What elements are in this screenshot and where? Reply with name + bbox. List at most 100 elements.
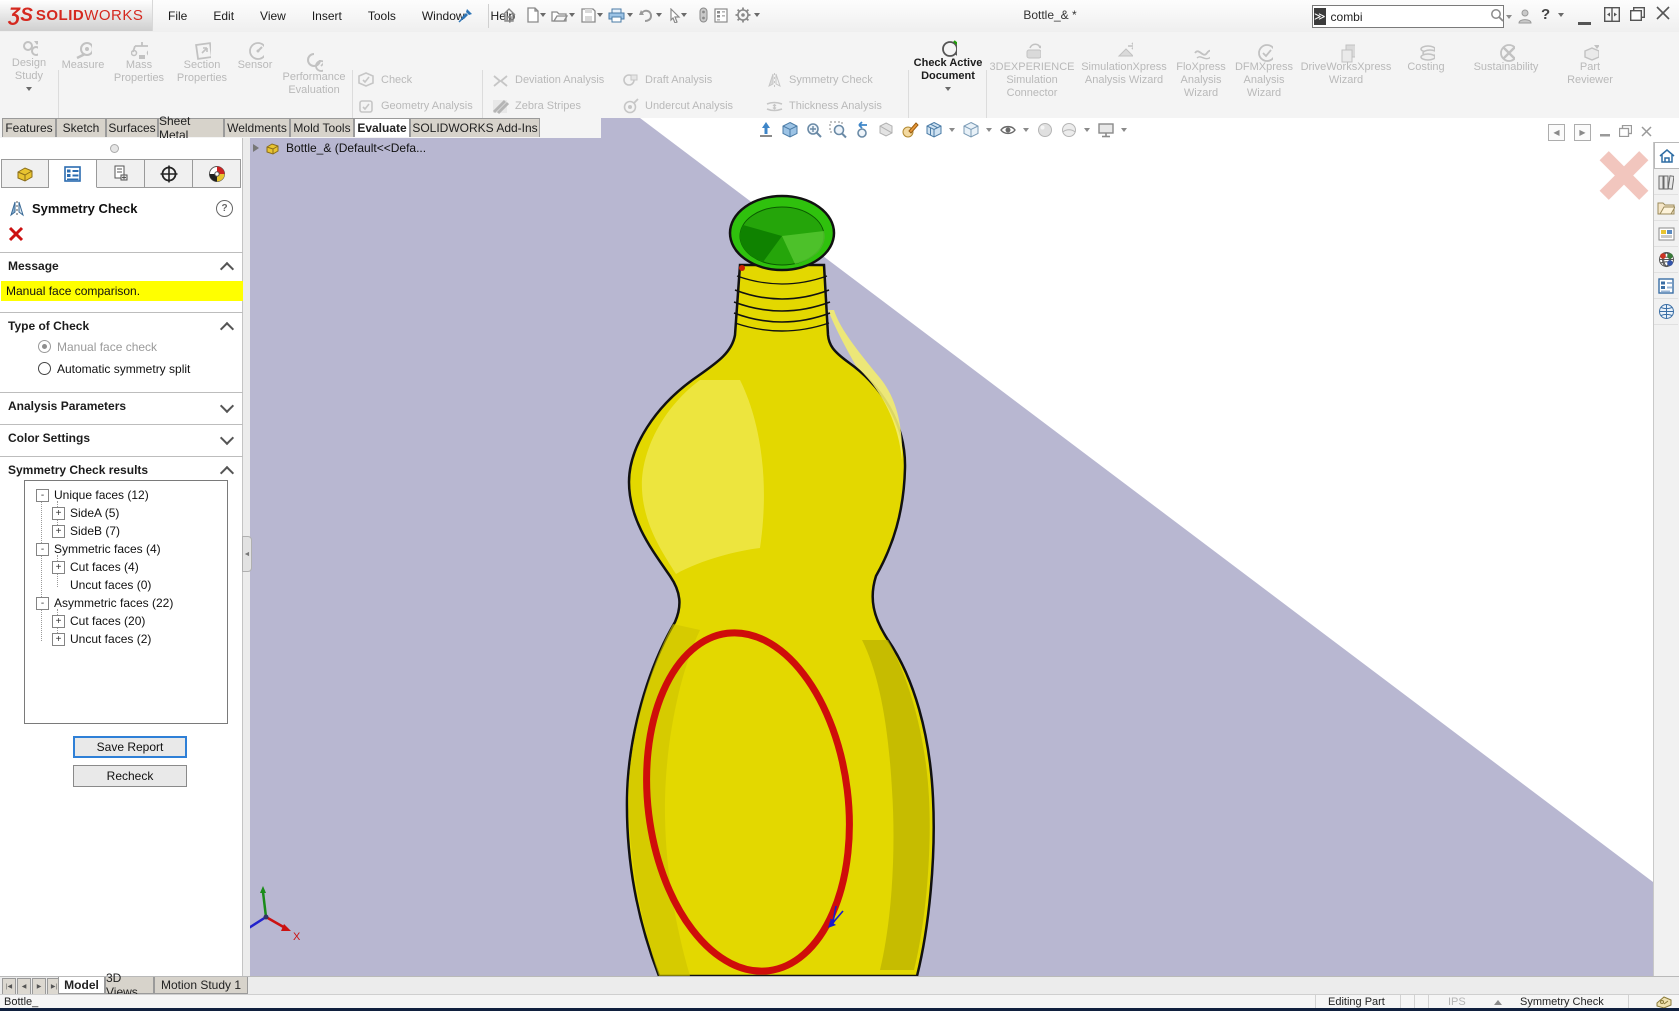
ribbon-driveworksxpress-wizard[interactable]: DriveWorksXpress Wizard	[1300, 44, 1392, 87]
tree-expand-box[interactable]: +	[52, 507, 65, 520]
tree-expand-box[interactable]: +	[52, 525, 65, 538]
manual-face-check-radio[interactable]	[38, 340, 51, 353]
panel-splitter[interactable]: ◄	[243, 138, 250, 976]
ribbon-measure[interactable]: Measure	[60, 42, 106, 72]
menu-edit[interactable]: Edit	[211, 5, 236, 27]
tab-sheet-metal[interactable]: Sheet Metal	[158, 118, 224, 137]
pin-menu-icon[interactable]	[458, 7, 474, 23]
ribbon-zebra-stripes[interactable]: Zebra Stripes	[492, 98, 581, 115]
design-study-dropdown[interactable]	[26, 87, 32, 91]
color-settings-expand-chevron[interactable]	[220, 431, 234, 445]
settings-dropdown[interactable]	[754, 13, 760, 17]
isometric-view-icon[interactable]	[780, 121, 799, 140]
section-view-icon[interactable]	[876, 121, 895, 140]
close-button[interactable]	[1656, 6, 1670, 23]
ribbon-mass-properties[interactable]: Mass Properties	[110, 42, 168, 85]
print-dropdown[interactable]	[627, 13, 633, 17]
zoom-fit-icon[interactable]	[804, 121, 823, 140]
help-dropdown[interactable]	[1558, 13, 1564, 17]
ribbon-deviation-analysis[interactable]: Deviation Analysis	[492, 72, 604, 89]
ribbon-performance-evaluation[interactable]: Performance Evaluation	[278, 54, 350, 97]
ribbon-sustainability[interactable]: Sustainability	[1464, 44, 1548, 74]
results-collapse-chevron[interactable]	[220, 466, 234, 480]
tree-item-sideb[interactable]: +SideB (7)	[52, 523, 120, 539]
ribbon-check[interactable]: Check	[358, 72, 412, 89]
viewport-close-button[interactable]	[1641, 126, 1652, 140]
tree-item-cut-faces-4[interactable]: +Cut faces (4)	[52, 559, 139, 575]
tree-item-sidea[interactable]: +SideA (5)	[52, 505, 119, 521]
tree-item-unique-faces[interactable]: -Unique faces (12)	[36, 487, 149, 503]
display-style-dropdown[interactable]	[986, 128, 992, 132]
zoom-area-icon[interactable]	[828, 121, 847, 140]
search-dropdown[interactable]	[1506, 15, 1512, 19]
tab-mold-tools[interactable]: Mold Tools	[290, 118, 354, 137]
view-settings-dropdown[interactable]	[1121, 128, 1127, 132]
tree-expand-box[interactable]: +	[52, 561, 65, 574]
panel-collapse-handle[interactable]	[110, 144, 119, 153]
magnet-icon[interactable]	[694, 6, 712, 24]
ribbon-dfmxpress-wizard[interactable]: DFMXpress Analysis Wizard	[1232, 44, 1296, 100]
color-settings-section-header[interactable]: Color Settings	[8, 431, 90, 445]
custom-properties-icon[interactable]	[1654, 273, 1678, 299]
next-document-button[interactable]: ▶	[1574, 124, 1591, 141]
tab-surfaces[interactable]: Surfaces	[106, 118, 158, 137]
help-icon[interactable]: ?	[1541, 6, 1550, 23]
graphics-viewport[interactable]: X Z	[250, 118, 1653, 976]
tab-sketch[interactable]: Sketch	[56, 118, 106, 137]
message-collapse-chevron[interactable]	[220, 262, 234, 276]
menu-tools[interactable]: Tools	[366, 5, 398, 27]
automatic-symmetry-split-radio[interactable]	[38, 362, 51, 375]
view-settings-icon[interactable]	[1096, 121, 1115, 140]
file-explorer-icon[interactable]	[1654, 195, 1678, 221]
panel-collapse-arrow[interactable]: ◄	[242, 536, 252, 572]
ribbon-symmetry-check[interactable]: Symmetry Check	[766, 72, 873, 89]
tab-display-manager[interactable]	[193, 159, 241, 188]
scroll-prev-button[interactable]: ◀	[17, 978, 31, 995]
tree-item-symmetric-faces[interactable]: -Symmetric faces (4)	[36, 541, 161, 557]
status-units[interactable]: IPS	[1448, 996, 1466, 1008]
message-section-header[interactable]: Message	[8, 259, 59, 273]
restore-button[interactable]	[1630, 7, 1645, 24]
web-portal-icon[interactable]	[1654, 247, 1678, 273]
print-icon[interactable]	[607, 6, 625, 24]
status-tag-icon[interactable]	[1656, 996, 1672, 1008]
results-section-header[interactable]: Symmetry Check results	[8, 463, 148, 477]
tree-expand-box[interactable]: -	[36, 543, 49, 556]
ribbon-sensor[interactable]: Sensor	[234, 42, 276, 72]
ribbon-draft-analysis[interactable]: Draft Analysis	[622, 72, 712, 89]
options-form-icon[interactable]	[712, 6, 730, 24]
panel-help-icon[interactable]: ?	[216, 200, 233, 217]
scene-dropdown[interactable]	[1084, 128, 1090, 132]
undo-dropdown[interactable]	[656, 13, 662, 17]
ribbon-design-study[interactable]: Design Study	[6, 40, 52, 91]
open-icon[interactable]	[550, 6, 568, 24]
analysis-parameters-section-header[interactable]: Analysis Parameters	[8, 399, 126, 413]
hide-show-items-icon[interactable]	[998, 121, 1017, 140]
save-dropdown[interactable]	[597, 13, 603, 17]
tab-feature-manager[interactable]	[1, 159, 49, 188]
scene-icon[interactable]	[1059, 121, 1078, 140]
tree-item-uncut-faces-0[interactable]: Uncut faces (0)	[52, 577, 151, 593]
results-tree[interactable]: -Unique faces (12) +SideA (5) +SideB (7)…	[24, 480, 228, 724]
tab-configuration-manager[interactable]	[97, 159, 145, 188]
tab-motion-study-1[interactable]: Motion Study 1	[154, 977, 248, 994]
ribbon-section-properties[interactable]: Section Properties	[172, 42, 232, 85]
previous-view-icon[interactable]	[852, 121, 871, 140]
save-icon[interactable]	[579, 6, 597, 24]
expand-panes-button[interactable]	[1604, 7, 1620, 25]
ribbon-simulationxpress-wizard[interactable]: SimulationXpress Analysis Wizard	[1078, 44, 1170, 87]
ribbon-geometry-analysis[interactable]: Geometry Analysis	[358, 98, 473, 115]
settings-gear-icon[interactable]	[734, 6, 752, 24]
home-icon[interactable]	[500, 6, 518, 24]
ribbon-3dexperience-simulation-connector[interactable]: 3DEXPERIENCE Simulation Connector	[992, 44, 1072, 100]
ribbon-check-active-document[interactable]: ✻ Check Active Document	[912, 40, 984, 91]
tab-dimxpert-manager[interactable]	[145, 159, 193, 188]
menu-file[interactable]: File	[166, 5, 189, 27]
undo-icon[interactable]	[637, 6, 655, 24]
view-orientation-dropdown[interactable]	[949, 128, 955, 132]
appearance-sphere-icon[interactable]	[1035, 121, 1054, 140]
edit-appearance-pencil-icon[interactable]	[900, 121, 919, 140]
ribbon-part-reviewer[interactable]: Part Reviewer	[1556, 44, 1624, 87]
tab-model[interactable]: Model	[58, 977, 105, 994]
type-of-check-section-header[interactable]: Type of Check	[8, 319, 89, 333]
